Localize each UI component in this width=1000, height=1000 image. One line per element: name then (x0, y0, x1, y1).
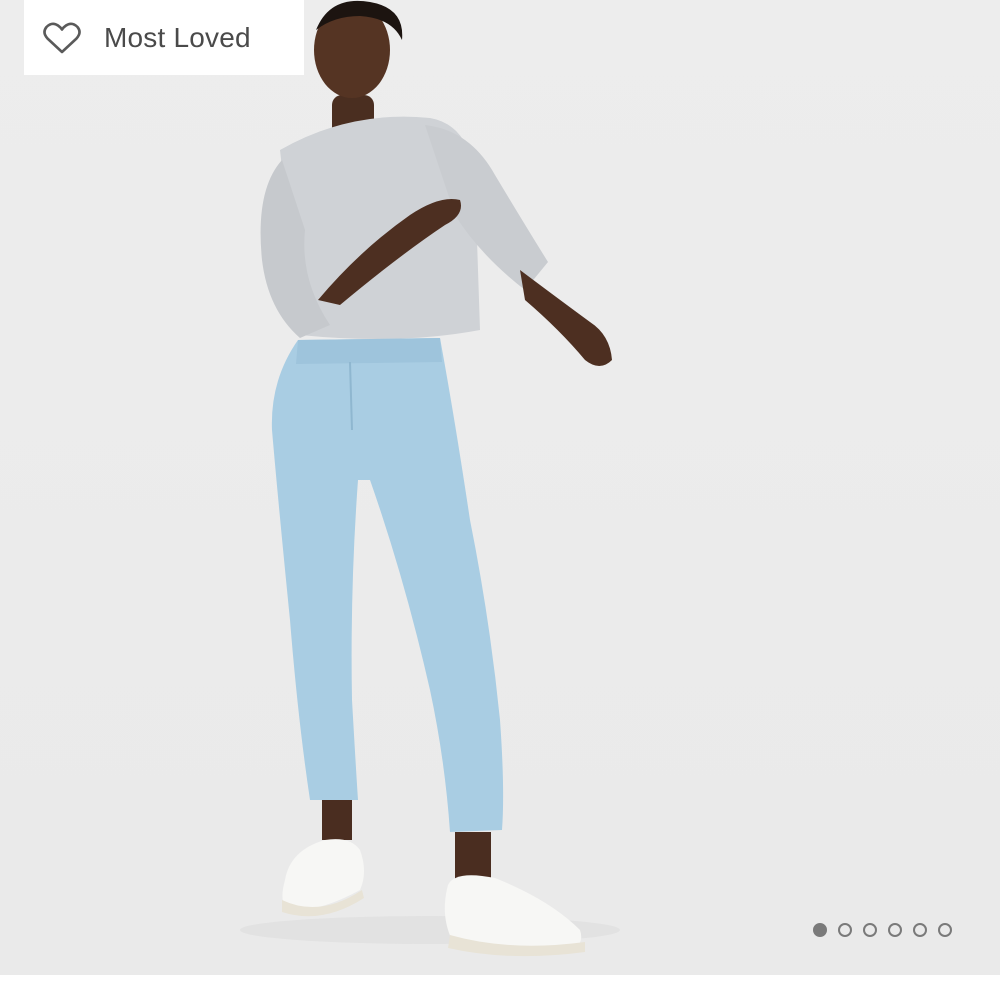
product-gallery: Most Loved (0, 0, 1000, 1000)
model-figure (240, 0, 620, 957)
product-photo[interactable] (0, 0, 1000, 975)
bottom-divider (0, 975, 1000, 1000)
carousel-dot-3[interactable] (863, 923, 877, 937)
carousel-pagination (813, 923, 952, 937)
carousel-dot-5[interactable] (913, 923, 927, 937)
carousel-dot-2[interactable] (838, 923, 852, 937)
carousel-dot-1[interactable] (813, 923, 827, 937)
carousel-dot-4[interactable] (888, 923, 902, 937)
badge-label: Most Loved (104, 21, 251, 53)
most-loved-badge: Most Loved (24, 0, 304, 75)
heart-outline-icon[interactable] (42, 21, 82, 55)
carousel-dot-6[interactable] (938, 923, 952, 937)
